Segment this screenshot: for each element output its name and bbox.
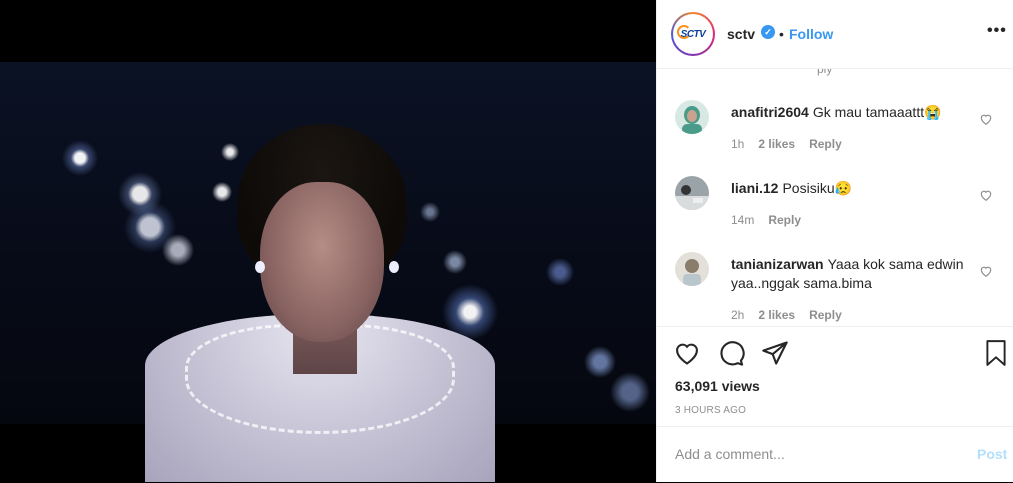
comment-meta: 14m Reply: [731, 213, 801, 227]
verified-badge-icon: ✓: [761, 25, 775, 39]
comment-time[interactable]: 1h: [731, 137, 744, 151]
comment-username[interactable]: anafitri2604: [731, 104, 809, 120]
comment-time[interactable]: 2h: [731, 308, 744, 322]
comments-list[interactable]: ply anafitri2604 Gk mau tamaaattt😭 1h 2 l…: [657, 68, 1013, 326]
comment-like-heart-icon[interactable]: [979, 188, 993, 202]
commenter-avatar[interactable]: [675, 100, 709, 134]
earring-left: [255, 261, 265, 273]
bookmark-icon[interactable]: [983, 339, 1009, 367]
more-options-icon[interactable]: •••: [987, 22, 1007, 40]
share-icon[interactable]: [761, 339, 789, 367]
comment-meta: 2h 2 likes Reply: [731, 308, 842, 322]
previous-reply-fragment: ply: [817, 68, 833, 76]
account-username[interactable]: sctv: [727, 26, 755, 42]
sctv-logo: SCTV: [676, 24, 706, 40]
follow-button[interactable]: Follow: [789, 26, 833, 42]
comment-body: tanianizarwan Yaaa kok sama edwin yaa..ng…: [731, 255, 971, 293]
face: [260, 182, 384, 342]
comment-likes[interactable]: 2 likes: [758, 137, 795, 151]
post-timestamp[interactable]: 3 HOURS AGO: [675, 405, 746, 416]
post-sidebar: SCTV sctv ✓ • Follow ••• ply anafitri260…: [656, 0, 1013, 482]
post-media[interactable]: [0, 0, 656, 482]
comment-body: anafitri2604 Gk mau tamaaattt😭: [731, 103, 971, 122]
comment-username[interactable]: tanianizarwan: [731, 256, 824, 272]
comment-meta: 1h 2 likes Reply: [731, 137, 842, 151]
comment-time[interactable]: 14m: [731, 213, 754, 227]
comment-text: Gk mau tamaaattt😭: [812, 104, 942, 120]
post-comment-button[interactable]: Post: [977, 446, 1007, 462]
commenter-avatar[interactable]: [675, 176, 709, 210]
comment-body: liani.12 Posisiku😥: [731, 179, 971, 198]
reply-button[interactable]: Reply: [809, 137, 842, 151]
post-header: SCTV sctv ✓ • Follow •••: [657, 0, 1013, 69]
view-count[interactable]: 63,091 views: [675, 378, 760, 394]
comment-username[interactable]: liani.12: [731, 180, 778, 196]
comment-input[interactable]: Add a comment...: [675, 446, 955, 462]
comment-likes[interactable]: 2 likes: [758, 308, 795, 322]
post-actions: 63,091 views 3 HOURS AGO: [657, 326, 1013, 427]
comment-like-heart-icon[interactable]: [979, 264, 993, 278]
earring-right: [389, 261, 399, 273]
reply-button[interactable]: Reply: [768, 213, 801, 227]
comment-like-heart-icon[interactable]: [979, 112, 993, 126]
separator-dot: •: [779, 26, 784, 42]
video-frame[interactable]: [0, 62, 656, 482]
reply-button[interactable]: Reply: [809, 308, 842, 322]
video-subject-woman: [145, 124, 495, 482]
account-avatar[interactable]: SCTV: [671, 12, 715, 56]
add-comment-bar: Add a comment... Post: [657, 426, 1013, 483]
commenter-avatar[interactable]: [675, 252, 709, 286]
comment-text: Posisiku😥: [782, 180, 853, 196]
comment-icon[interactable]: [717, 339, 745, 367]
heart-icon[interactable]: [673, 339, 701, 367]
avatar-inner: SCTV: [673, 14, 713, 54]
